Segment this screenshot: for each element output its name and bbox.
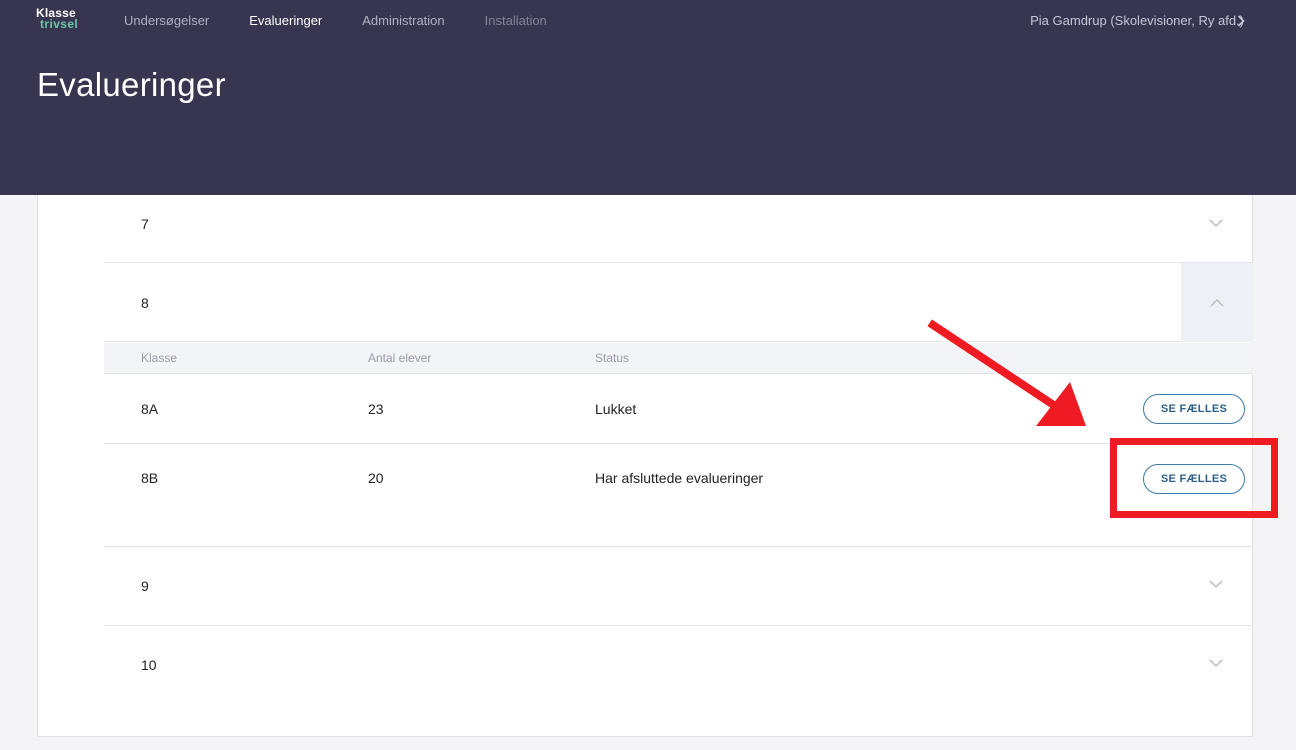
nav-administration[interactable]: Administration bbox=[362, 13, 444, 28]
column-header-antal-elever: Antal elever bbox=[368, 351, 432, 365]
cell-status: Lukket bbox=[595, 401, 637, 417]
table-row: 8B 20 Har afsluttede evalueringer SE FÆL… bbox=[104, 444, 1253, 547]
column-header-klasse: Klasse bbox=[141, 351, 178, 365]
page-title: Evalueringer bbox=[37, 66, 226, 103]
cell-status: Har afsluttede evalueringer bbox=[595, 470, 764, 486]
nav-evalueringer[interactable]: Evalueringer bbox=[249, 13, 322, 28]
top-header: Klasse trivsel Undersøgelser Evalueringe… bbox=[0, 0, 1296, 195]
logo-line-2: trivsel bbox=[40, 17, 79, 31]
group-label: 9 bbox=[141, 578, 149, 594]
klasse-trivsel-logo[interactable]: Klasse trivsel bbox=[36, 7, 79, 31]
collapse-toggle[interactable] bbox=[1181, 263, 1253, 342]
table-row: 8A 23 Lukket SE FÆLLES bbox=[104, 374, 1253, 444]
se-faelles-button[interactable]: SE FÆLLES bbox=[1143, 394, 1245, 424]
chevron-down-icon[interactable] bbox=[1209, 659, 1223, 668]
group-label: 8 bbox=[141, 295, 149, 311]
group-label: 10 bbox=[141, 657, 157, 673]
cell-klasse: 8B bbox=[141, 470, 159, 486]
main-nav: Undersøgelser Evalueringer Administratio… bbox=[124, 13, 587, 28]
group-row-8[interactable]: 8 bbox=[104, 263, 1253, 342]
group-label: 7 bbox=[141, 216, 149, 232]
cell-antal-elever: 20 bbox=[368, 470, 384, 486]
chevron-down-icon[interactable] bbox=[1209, 219, 1223, 228]
cell-klasse: 8A bbox=[141, 401, 159, 417]
nav-installation[interactable]: Installation bbox=[485, 13, 547, 28]
chevron-down-icon[interactable] bbox=[1209, 580, 1223, 589]
column-header-status: Status bbox=[595, 351, 630, 365]
group-row-9[interactable]: 9 bbox=[104, 547, 1253, 626]
group-row-10[interactable]: 10 bbox=[104, 626, 1253, 705]
nav-undersoegelser[interactable]: Undersøgelser bbox=[124, 13, 209, 28]
evaluations-card: 7 8 Klasse Antal elever Status 8A 23 Luk… bbox=[37, 195, 1253, 737]
user-menu[interactable]: Pia Gamdrup (Skolevisioner, Ry afd.) bbox=[1030, 13, 1244, 28]
highlight-box bbox=[1110, 438, 1278, 518]
cell-antal-elever: 23 bbox=[368, 401, 384, 417]
chevron-right-icon[interactable] bbox=[1237, 15, 1245, 27]
chevron-up-icon[interactable] bbox=[1210, 298, 1224, 307]
table-header: Klasse Antal elever Status bbox=[104, 343, 1253, 374]
group-row-7[interactable]: 7 bbox=[104, 184, 1253, 263]
